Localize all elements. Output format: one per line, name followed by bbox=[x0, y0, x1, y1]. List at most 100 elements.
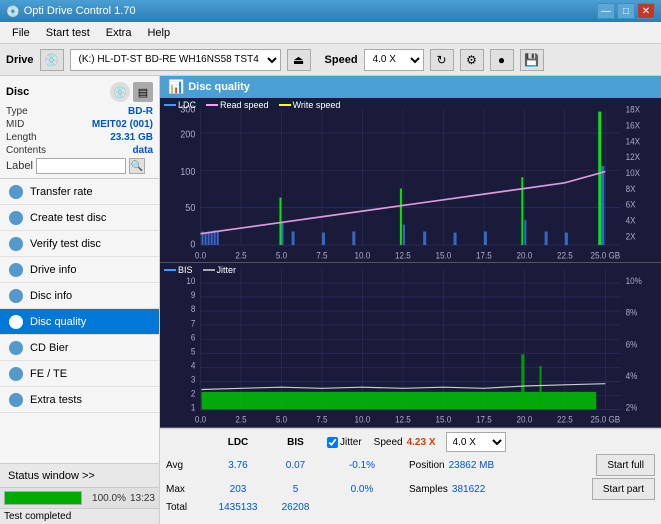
svg-text:9: 9 bbox=[191, 290, 196, 301]
disc-label-input[interactable] bbox=[36, 158, 126, 174]
sidebar-item-create-test-disc[interactable]: Create test disc bbox=[0, 205, 159, 231]
close-button[interactable]: ✕ bbox=[637, 3, 655, 19]
svg-text:6X: 6X bbox=[626, 199, 636, 210]
chart1-container: LDC Read speed Write speed bbox=[160, 98, 661, 263]
disc-contents-value: data bbox=[132, 145, 153, 156]
disc-type-row: Type BD-R bbox=[6, 106, 153, 117]
speed-label-stat: Speed bbox=[374, 437, 403, 448]
samples-value: 381622 bbox=[452, 484, 485, 495]
total-bis: 26208 bbox=[268, 502, 323, 513]
verify-test-disc-icon bbox=[8, 236, 24, 252]
save-button[interactable]: 💾 bbox=[520, 49, 544, 71]
svg-text:4%: 4% bbox=[626, 370, 638, 381]
svg-text:5.0: 5.0 bbox=[276, 414, 287, 425]
svg-text:7: 7 bbox=[191, 318, 196, 329]
sidebar-item-extra-tests[interactable]: Extra tests bbox=[0, 387, 159, 413]
menu-help[interactable]: Help bbox=[139, 25, 178, 41]
stats-header-row: LDC BIS Jitter Speed 4.23 X 4.0 X bbox=[166, 432, 655, 452]
sidebar-item-cd-bier[interactable]: CD Bier bbox=[0, 335, 159, 361]
status-text: Test completed bbox=[4, 511, 71, 522]
speed-select-group: 4.0 X bbox=[446, 432, 506, 452]
disc-header: Disc 💿 ▤ bbox=[6, 82, 153, 102]
svg-text:10: 10 bbox=[186, 276, 195, 287]
chart2-svg: 10 9 8 7 6 5 4 3 2 1 10% 8% 6% 4% 2% 0.0… bbox=[160, 263, 661, 427]
sidebar-item-verify-test-disc[interactable]: Verify test disc bbox=[0, 231, 159, 257]
avg-bis: 0.07 bbox=[268, 460, 323, 471]
svg-text:22.5: 22.5 bbox=[557, 414, 573, 425]
maximize-button[interactable]: □ bbox=[617, 3, 635, 19]
drive-select[interactable]: (K:) HL-DT-ST BD-RE WH16NS58 TST4 bbox=[70, 49, 281, 71]
transfer-rate-icon bbox=[8, 184, 24, 200]
svg-text:15.0: 15.0 bbox=[436, 414, 452, 425]
speed-group: Speed 4.23 X bbox=[374, 437, 436, 448]
sidebar-item-disc-info[interactable]: Disc info bbox=[0, 283, 159, 309]
avg-ldc: 3.76 bbox=[208, 460, 268, 471]
svg-text:8%: 8% bbox=[626, 307, 638, 318]
speed-value: 4.23 X bbox=[407, 437, 436, 448]
menu-start-test[interactable]: Start test bbox=[38, 25, 98, 41]
disc-length-label: Length bbox=[6, 132, 37, 143]
titlebar: 💿 Opti Drive Control 1.70 — □ ✕ bbox=[0, 0, 661, 22]
legend-read-speed: Read speed bbox=[206, 100, 269, 110]
speed-select[interactable]: 4.0 X bbox=[364, 49, 424, 71]
sidebar-item-fe-te[interactable]: FE / TE bbox=[0, 361, 159, 387]
disc-mid-value: MEIT02 (001) bbox=[92, 119, 153, 130]
svg-text:0.0: 0.0 bbox=[195, 250, 206, 261]
cd-bier-icon bbox=[8, 340, 24, 356]
titlebar-title: 💿 Opti Drive Control 1.70 bbox=[6, 5, 136, 18]
sidebar-item-transfer-rate[interactable]: Transfer rate bbox=[0, 179, 159, 205]
svg-text:10.0: 10.0 bbox=[355, 414, 371, 425]
start-full-btn-container: Start full bbox=[596, 454, 655, 476]
svg-text:4: 4 bbox=[191, 360, 196, 371]
disc-button[interactable]: ● bbox=[490, 49, 514, 71]
status-window-button[interactable]: Status window >> bbox=[0, 464, 159, 488]
stats-area: LDC BIS Jitter Speed 4.23 X 4.0 X bbox=[160, 428, 661, 524]
svg-text:3: 3 bbox=[191, 374, 196, 385]
disc-mid-label: MID bbox=[6, 119, 24, 130]
max-bis: 5 bbox=[268, 484, 323, 495]
chart2-container: BIS Jitter bbox=[160, 263, 661, 428]
speed-dropdown[interactable]: 4.0 X bbox=[446, 432, 506, 452]
disc-length-row: Length 23.31 GB bbox=[6, 132, 153, 143]
disc-label-label: Label bbox=[6, 160, 33, 172]
svg-text:5.0: 5.0 bbox=[276, 250, 287, 261]
refresh-button[interactable]: ↻ bbox=[430, 49, 454, 71]
total-label: Total bbox=[166, 502, 208, 513]
jitter-label: Jitter bbox=[340, 437, 362, 448]
settings-button[interactable]: ⚙ bbox=[460, 49, 484, 71]
jitter-checkbox-group: Jitter bbox=[327, 437, 362, 448]
status-bar: Status window >> 100.0% 13:23 Test compl… bbox=[0, 463, 159, 524]
disc-panel: Disc 💿 ▤ Type BD-R MID MEIT02 (001) Leng… bbox=[0, 76, 159, 179]
menu-file[interactable]: File bbox=[4, 25, 38, 41]
svg-text:18X: 18X bbox=[626, 104, 641, 115]
sidebar-label-cd-bier: CD Bier bbox=[30, 342, 69, 354]
jitter-checkbox[interactable] bbox=[327, 437, 338, 448]
svg-text:0.0: 0.0 bbox=[195, 414, 206, 425]
app-icon: 💿 bbox=[6, 5, 20, 18]
sidebar-label-transfer-rate: Transfer rate bbox=[30, 186, 93, 198]
svg-text:100: 100 bbox=[180, 166, 195, 178]
svg-text:10.0: 10.0 bbox=[355, 250, 371, 261]
main-layout: Disc 💿 ▤ Type BD-R MID MEIT02 (001) Leng… bbox=[0, 76, 661, 524]
disc-icon1: 💿 bbox=[110, 82, 130, 102]
svg-text:8X: 8X bbox=[626, 183, 636, 194]
start-full-button[interactable]: Start full bbox=[596, 454, 655, 476]
avg-label: Avg bbox=[166, 460, 208, 471]
disc-label-button[interactable]: 🔍 bbox=[129, 158, 145, 174]
eject-button[interactable]: ⏏ bbox=[287, 49, 311, 71]
minimize-button[interactable]: — bbox=[597, 3, 615, 19]
chart1-legend: LDC Read speed Write speed bbox=[164, 100, 340, 110]
sidebar-label-drive-info: Drive info bbox=[30, 264, 76, 276]
col-ldc-header: LDC bbox=[208, 437, 268, 448]
menu-extra[interactable]: Extra bbox=[98, 25, 140, 41]
svg-text:2X: 2X bbox=[626, 231, 636, 242]
sidebar-item-disc-quality[interactable]: Disc quality bbox=[0, 309, 159, 335]
drive-info-icon bbox=[8, 262, 24, 278]
dq-header-icon: 📊 bbox=[168, 79, 184, 95]
progress-time: 13:23 bbox=[130, 493, 155, 504]
svg-text:2.5: 2.5 bbox=[235, 250, 246, 261]
sidebar-item-drive-info[interactable]: Drive info bbox=[0, 257, 159, 283]
start-part-button[interactable]: Start part bbox=[592, 478, 655, 500]
fe-te-icon bbox=[8, 366, 24, 382]
position-group: Position 23862 MB bbox=[409, 460, 494, 471]
